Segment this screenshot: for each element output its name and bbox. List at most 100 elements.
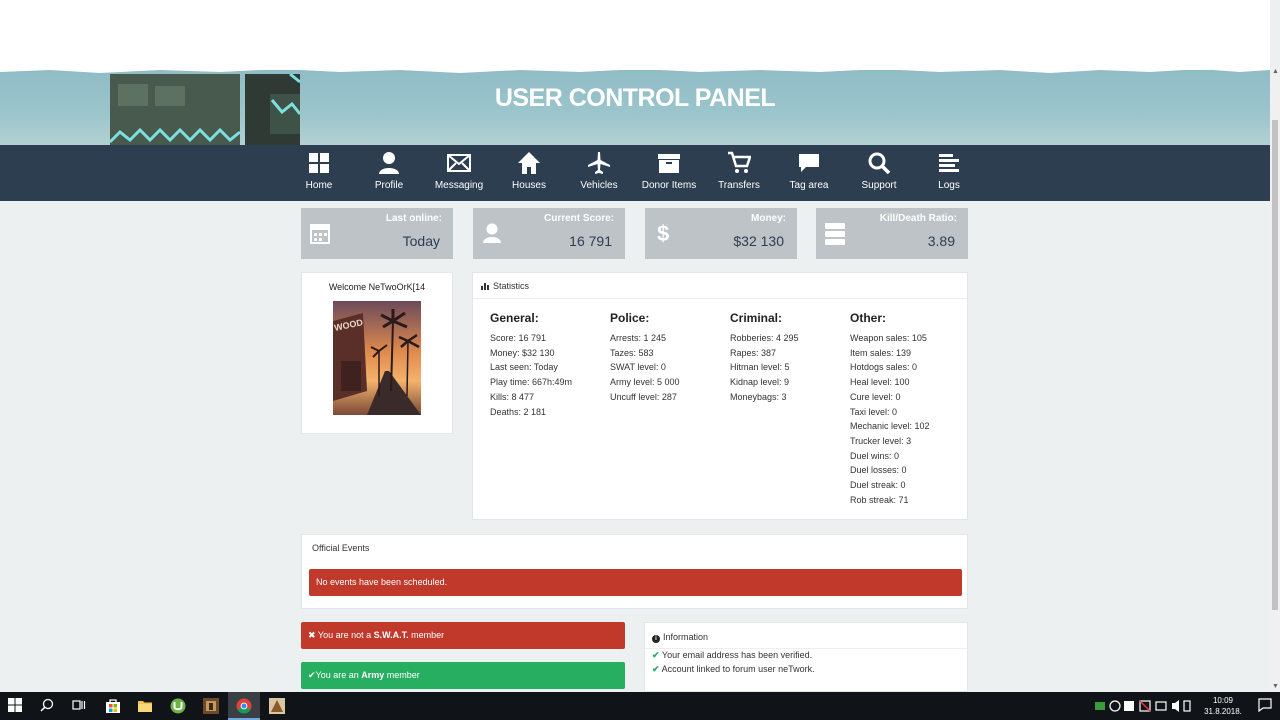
taskbar-clock[interactable]: 10:09 31.8.2018.: [1198, 695, 1248, 717]
envelope-icon: [447, 154, 471, 172]
folder-icon: [138, 701, 152, 712]
store-bag-icon: [106, 699, 120, 713]
stat-title: Last online:: [385, 213, 442, 224]
nav-label: Tag area: [789, 180, 829, 191]
nav-item-houses[interactable]: Houses: [494, 145, 564, 201]
stat-title: Kill/Death Ratio:: [879, 213, 957, 224]
calendar-icon: [310, 224, 330, 244]
nav-label: Messaging: [434, 180, 484, 191]
notification-icon: [1258, 698, 1272, 712]
stat-row: Money: $32 130: [490, 347, 555, 358]
taskbar-file-explorer-app[interactable]: [129, 692, 161, 720]
nav-item-profile[interactable]: Profile: [354, 145, 424, 201]
stat-row: SWAT level: 0: [610, 362, 666, 373]
nav-label: Logs: [938, 180, 960, 191]
check-icon: ✔: [308, 670, 316, 680]
stats-column-police: Police: Arrests: 1 245 Tazes: 583 SWAT l…: [610, 311, 720, 405]
swat-membership-alert: ✖ You are not a S.W.A.T. member: [301, 622, 625, 649]
taskbar-samp-app[interactable]: [261, 692, 293, 720]
house-icon: [518, 152, 540, 174]
information-panel: i Information ✔ Your email address has be…: [644, 622, 968, 692]
search-icon: [40, 698, 54, 712]
stat-row: Arrests: 1 245: [610, 333, 667, 343]
statistics-title: Statistics: [493, 281, 530, 291]
statistics-header: Statistics: [473, 273, 967, 299]
stat-value: 16 791: [569, 233, 612, 249]
start-button[interactable]: [0, 692, 32, 720]
nav-item-support[interactable]: Support: [844, 145, 914, 201]
no-events-alert: No events have been scheduled.: [309, 569, 962, 596]
welcome-text: Welcome NeTwoOrK[14: [328, 282, 426, 292]
page-scrollbar[interactable]: ▲ ▼: [1270, 66, 1280, 692]
nav-item-transfers[interactable]: Transfers: [704, 145, 774, 201]
stat-row: Duel streak: 0: [850, 480, 906, 491]
clock-date: 31.8.2018.: [1204, 707, 1242, 716]
stat-row: Duel wins: 0: [850, 450, 900, 461]
nav-label: Support: [861, 180, 897, 191]
taskbar-utorrent-app[interactable]: [162, 692, 194, 720]
events-title: Official Events: [312, 543, 370, 553]
scroll-up-icon[interactable]: ▲: [1272, 68, 1279, 75]
taskbar-store-app[interactable]: [97, 692, 129, 720]
nav-item-messaging[interactable]: Messaging: [424, 145, 494, 201]
windows-taskbar: 10:09 31.8.2018.: [0, 692, 1280, 720]
times-icon: ✖: [308, 630, 316, 640]
tray-icons[interactable]: [1092, 692, 1192, 720]
cart-icon: [728, 151, 751, 173]
stat-row: Army level: 5 000: [610, 377, 680, 388]
stat-row: Kidnap level: 9: [730, 377, 790, 388]
stats-column-general: General: Score: 16 791 Money: $32 130 La…: [490, 311, 600, 419]
system-tray: [1092, 692, 1192, 720]
stat-row: Score: 16 791: [490, 333, 547, 343]
official-events-panel: Official Events No events have been sche…: [301, 534, 968, 609]
stat-row: Duel losses: 0: [850, 465, 907, 476]
stat-box-current-score: Current Score: 16 791: [473, 208, 625, 259]
information-header: i Information: [645, 623, 967, 649]
column-heading: Criminal:: [730, 311, 783, 325]
column-heading: Police:: [610, 311, 650, 325]
taskbar-chrome-app[interactable]: [228, 692, 260, 720]
nav-item-home[interactable]: Home: [284, 145, 354, 201]
avatar[interactable]: WOOD: [333, 301, 421, 415]
stat-row: Taxi level: 0: [850, 406, 898, 417]
check-icon: ✔: [652, 663, 660, 674]
column-heading: General:: [490, 311, 539, 325]
svg-text:$: $: [657, 221, 669, 245]
info-text: Account linked to forum user neTwork.: [661, 663, 815, 674]
nav-label: Home: [305, 180, 333, 191]
stat-row: Cure level: 0: [850, 391, 901, 402]
utorrent-icon: [170, 698, 186, 714]
stat-row: Deaths: 2 181: [490, 406, 547, 417]
stat-row: Trucker level: 3: [850, 435, 912, 446]
task-view-button[interactable]: [64, 692, 96, 720]
nav-item-donor-items[interactable]: Donor Items: [634, 145, 704, 201]
stats-column-other: Other: Weapon sales: 105 Item sales: 139…: [850, 311, 960, 507]
scrollbar-thumb[interactable]: [1272, 120, 1278, 610]
stat-row: Hitman level: 5: [730, 362, 790, 373]
info-row: ✔ Your email address has been verified.: [645, 649, 967, 663]
stats-column-criminal: Criminal: Robberies: 4 295 Rapes: 387 Hi…: [730, 311, 840, 405]
stat-row: Weapon sales: 105: [850, 333, 927, 343]
box-icon: [658, 154, 680, 173]
nav-label: Profile: [374, 180, 404, 191]
nav-item-tag-area[interactable]: Tag area: [774, 145, 844, 201]
stat-box-last-online: Last online: Today: [301, 208, 453, 259]
user-icon: [483, 223, 501, 243]
page-title: USER CONTROL PANEL: [494, 84, 776, 112]
stat-title: Money:: [751, 213, 786, 224]
stat-row: Play time: 667h:49m: [490, 377, 573, 388]
info-row: ✔ Account linked to forum user neTwork.: [645, 663, 967, 677]
scroll-down-icon[interactable]: ▼: [1272, 683, 1279, 690]
taskbar-game-app[interactable]: [195, 692, 227, 720]
nav-item-logs[interactable]: Logs: [914, 145, 984, 201]
swat-strong: S.W.A.T.: [373, 630, 409, 640]
army-strong: Army: [361, 670, 385, 680]
check-icon: ✔: [652, 650, 660, 660]
taskbar-search-button[interactable]: [32, 692, 64, 720]
welcome-panel: Welcome NeTwoOrK[14 WOOD: [301, 272, 453, 434]
dollar-icon: $: [657, 221, 669, 245]
action-center-button[interactable]: [1250, 692, 1280, 720]
nav-item-vehicles[interactable]: Vehicles: [564, 145, 634, 201]
bar-chart-icon: [481, 283, 489, 290]
samp-app-icon: [269, 698, 285, 714]
